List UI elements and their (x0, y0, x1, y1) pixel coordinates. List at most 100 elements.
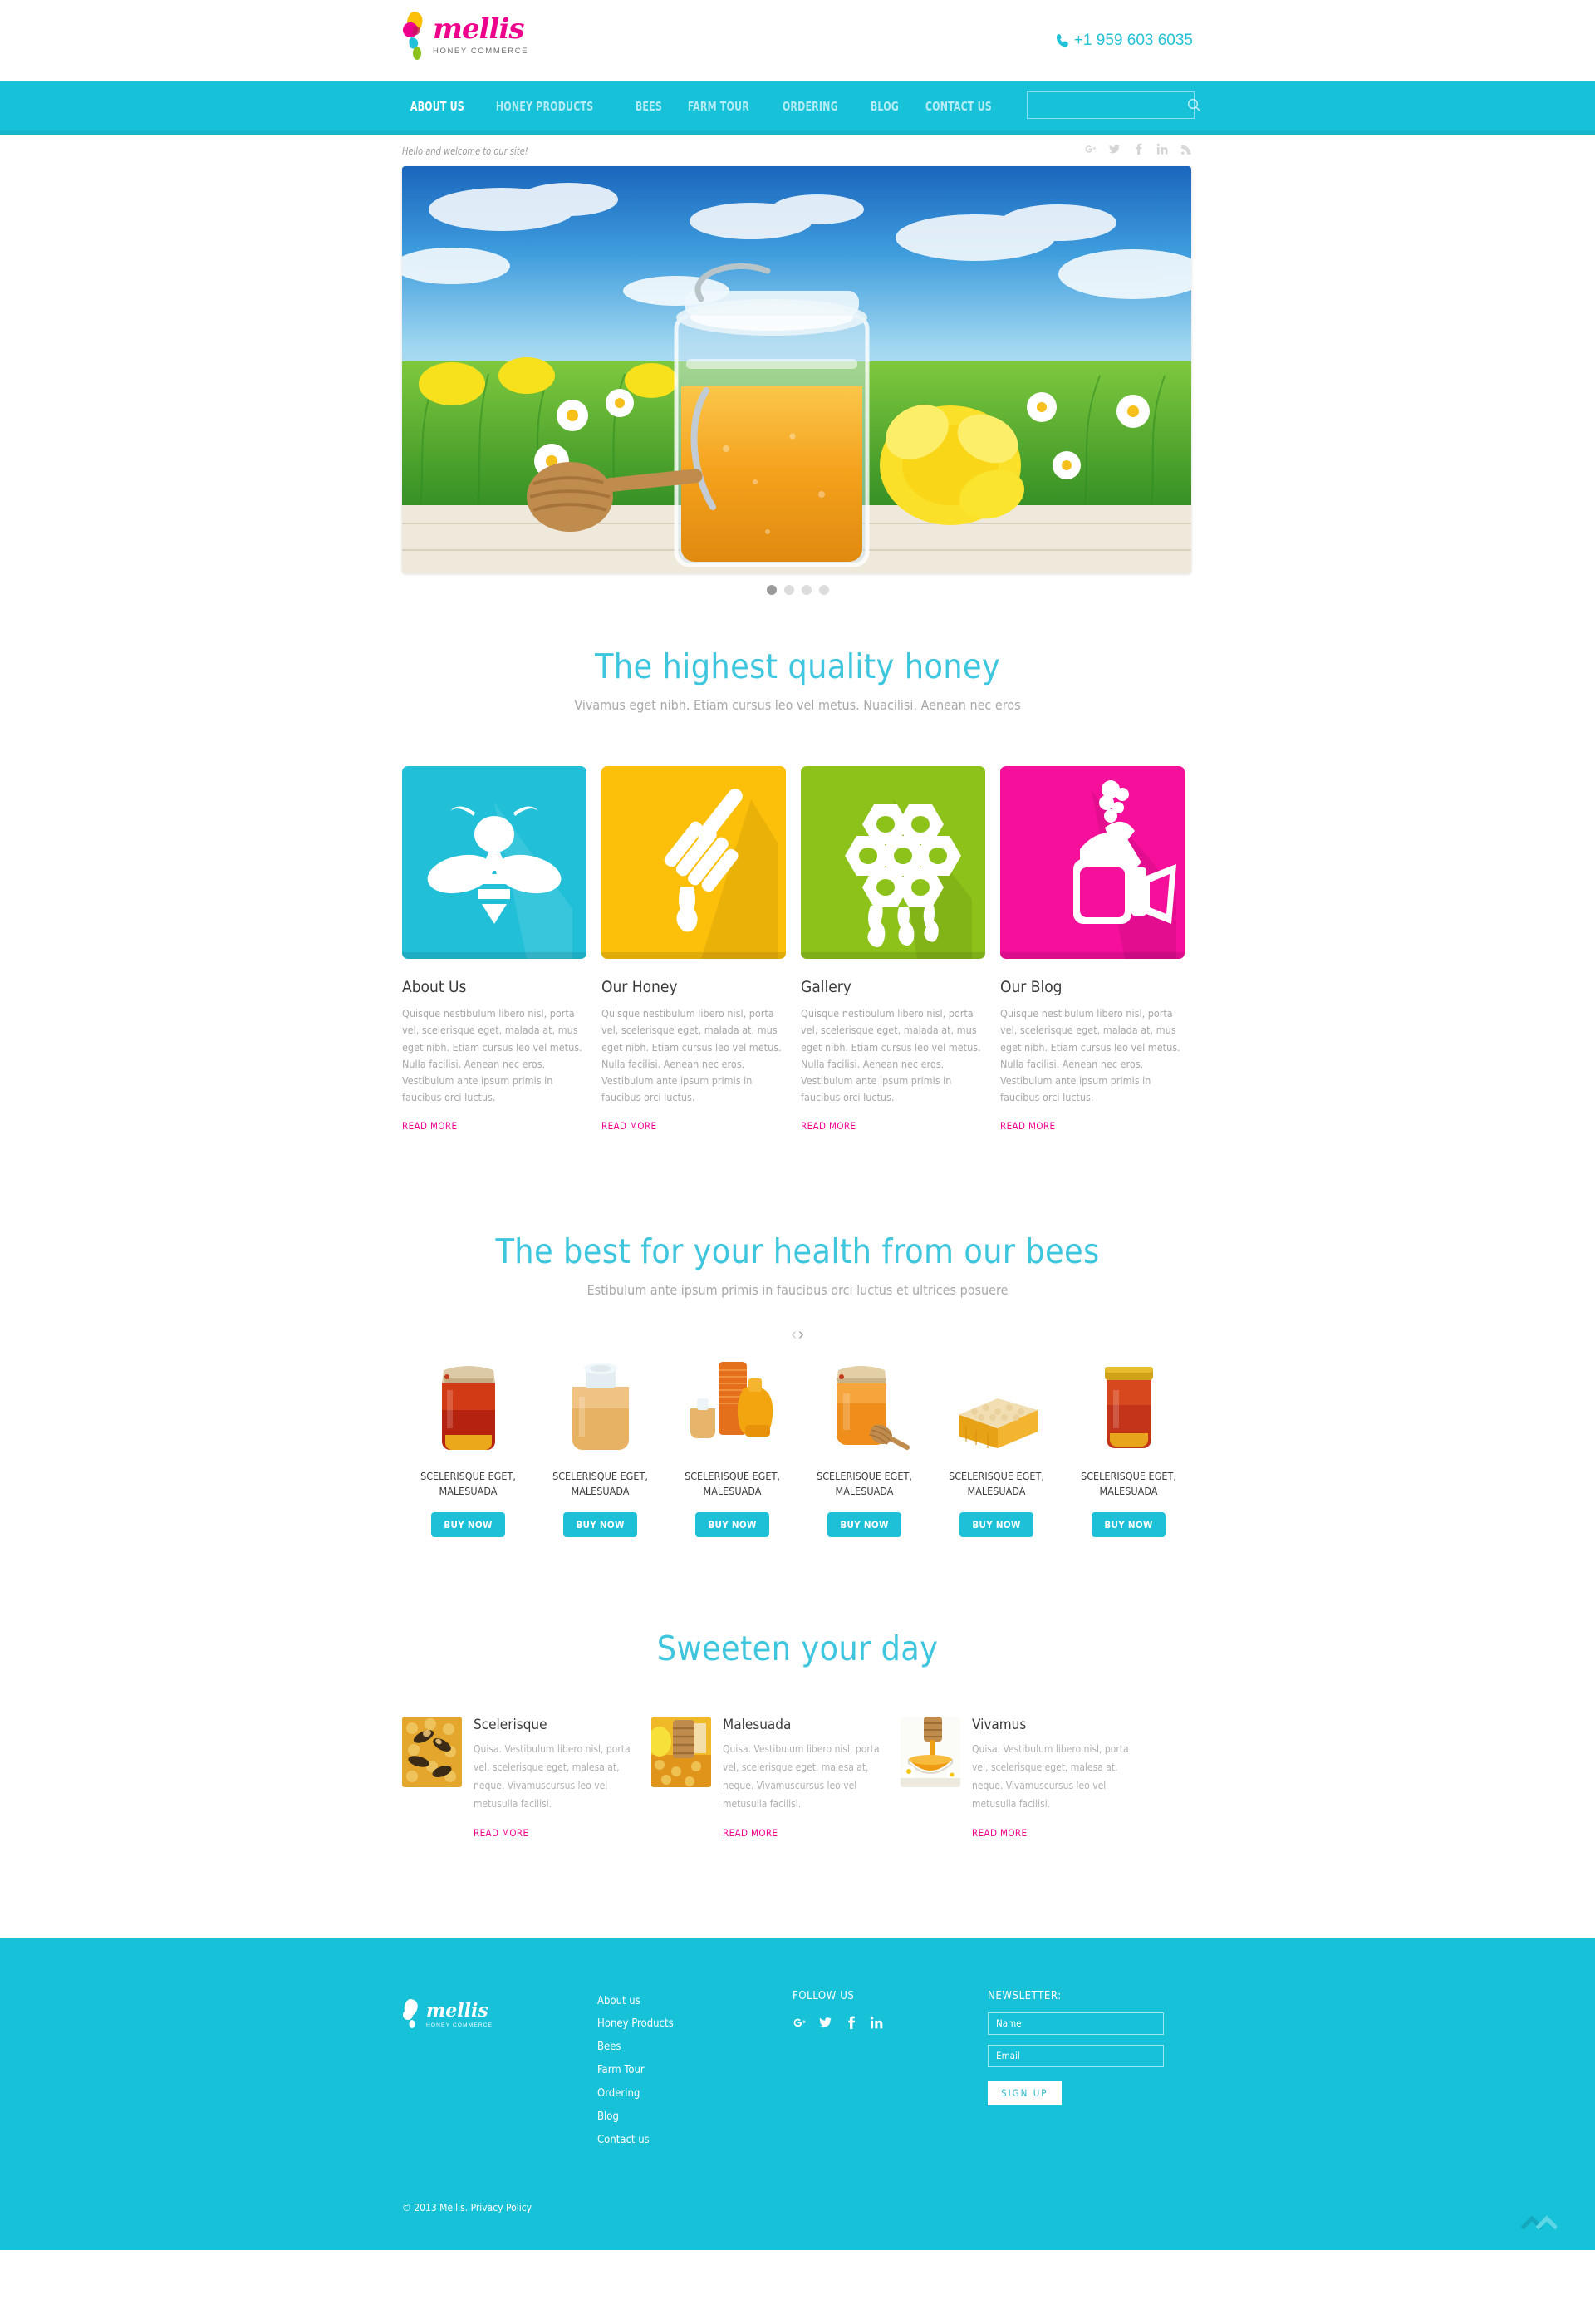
creamed-honey-jar (572, 1362, 629, 1450)
buy-now-button[interactable]: BUY NOW (1092, 1511, 1166, 1537)
dark-red-honey-jar (441, 1365, 495, 1450)
slider-dot-1[interactable] (766, 585, 777, 595)
search-input[interactable] (1028, 92, 1187, 118)
footer-logo[interactable]: mellis HONEY COMMERCE (402, 1998, 597, 2032)
site-logo[interactable]: mellis HONEY COMMERCE (403, 10, 528, 63)
twitter-icon[interactable] (818, 2016, 832, 2032)
nav-item-farm-tour[interactable]: FARM TOUR (680, 99, 758, 114)
post-item: Vivamus Quisa. Vestibulum libero nisl, p… (901, 1716, 1150, 1840)
product-image[interactable] (930, 1351, 1063, 1455)
search-icon[interactable] (1187, 98, 1201, 112)
feature-card-our-honey: Our Honey Quisque nestibulum libero nisl… (601, 766, 801, 1133)
post-read-more[interactable]: READ MORE (972, 1827, 1027, 1839)
buy-now-button[interactable]: BUY NOW (695, 1511, 769, 1537)
buy-now-button[interactable]: BUY NOW (563, 1511, 637, 1537)
product-image[interactable] (798, 1351, 930, 1455)
linkedin-icon[interactable] (870, 2016, 884, 2032)
read-more-gallery[interactable]: READ MORE (801, 1120, 856, 1132)
buy-now-button[interactable]: BUY NOW (431, 1511, 505, 1537)
facebook-icon[interactable] (844, 2016, 858, 2032)
header-phone[interactable]: +1 959 603 6035 (1056, 32, 1193, 50)
post-thumbnail[interactable] (651, 1716, 711, 1787)
buy-now-button[interactable]: BUY NOW (959, 1511, 1033, 1537)
nav-item-honey-products[interactable]: HONEY PRODUCTS (488, 99, 601, 114)
read-more-our-blog[interactable]: READ MORE (1000, 1120, 1055, 1132)
post-text: Quisa. Vestibulum libero nisl, porta vel… (972, 1742, 1129, 1811)
bee-icon-tile[interactable] (402, 766, 586, 959)
facebook-icon[interactable] (1132, 143, 1145, 158)
copyright-text: © 2013 Mellis. Privacy Policy (402, 2202, 532, 2214)
section-subtitle-highest: Vivamus eget nibh. Etiam cursus leo vel … (574, 697, 1021, 713)
product-name: SCELERISQUE EGET, MALESUADA (420, 1469, 516, 1497)
footer-link-bees[interactable]: Bees (597, 2036, 793, 2059)
section-title-best: The best for your health from our bees (495, 1231, 1100, 1271)
sign-up-button[interactable]: SIGN UP (988, 2080, 1062, 2105)
feature-text-gallery: Quisque nestibulum libero nisl, porta ve… (801, 1007, 981, 1104)
footer-link-ordering[interactable]: Ordering (597, 2082, 793, 2105)
newsletter-name-input[interactable] (988, 2012, 1165, 2035)
hero-image (402, 166, 1191, 573)
carousel-prev-button[interactable]: ‹ (791, 1326, 797, 1343)
slider-dot-3[interactable] (801, 585, 812, 595)
post-read-more[interactable]: READ MORE (723, 1827, 778, 1839)
product-name: SCELERISQUE EGET, MALESUADA (949, 1469, 1044, 1497)
post-read-more[interactable]: READ MORE (474, 1827, 528, 1839)
footer-link-about-us[interactable]: About us (597, 1990, 793, 2013)
honey-dipper-icon-tile[interactable] (601, 766, 786, 959)
buy-now-button[interactable]: BUY NOW (827, 1511, 901, 1537)
site-footer: mellis HONEY COMMERCE About us Honey Pro… (0, 1938, 1595, 2251)
feature-title-our-blog: Our Blog (1000, 978, 1063, 996)
honey-pouring-bowl-photo (901, 1716, 960, 1787)
linkedin-icon[interactable] (1156, 143, 1169, 158)
read-more-our-honey[interactable]: READ MORE (601, 1120, 656, 1132)
product-card: SCELERISQUE EGET, MALESUADA BUY NOW (402, 1351, 534, 1537)
nav-item-contact-us[interactable]: CONTACT US (917, 99, 1000, 114)
logo-tagline: HONEY COMMERCE (433, 47, 529, 56)
footer-link-blog[interactable]: Blog (597, 2105, 793, 2129)
rss-icon[interactable] (1180, 143, 1193, 158)
footer-logo-column: mellis HONEY COMMERCE (402, 1990, 597, 2153)
back-to-top-button[interactable] (1520, 2213, 1557, 2230)
phone-icon (1056, 33, 1069, 48)
footer-link-honey-products[interactable]: Honey Products (597, 2012, 793, 2036)
honeycomb-icon-tile[interactable] (801, 766, 985, 959)
hero-slide[interactable] (402, 166, 1191, 573)
product-image[interactable] (534, 1351, 666, 1455)
product-card: SCELERISQUE EGET, MALESUADA BUY NOW (666, 1351, 798, 1537)
google-plus-icon[interactable] (1084, 143, 1097, 158)
footer-link-contact-us[interactable]: Contact us (597, 2129, 793, 2152)
newsletter-email-input[interactable] (988, 2044, 1165, 2067)
honey-jars-group (690, 1361, 773, 1438)
product-image[interactable] (402, 1351, 534, 1455)
nav-item-about-us[interactable]: ABOUT US (402, 99, 473, 114)
post-thumbnail[interactable] (402, 1716, 462, 1787)
post-text: Quisa. Vestibulum libero nisl, porta vel… (474, 1742, 631, 1811)
welcome-tagline: Hello and welcome to our site! (402, 144, 528, 157)
honeycomb-icon (801, 799, 985, 959)
google-plus-icon[interactable] (793, 2016, 807, 2032)
slider-dot-4[interactable] (818, 585, 829, 595)
search-box (1027, 91, 1201, 119)
sweeten-heading: Sweeten your day (0, 1629, 1595, 1668)
footer-link-farm-tour[interactable]: Farm Tour (597, 2059, 793, 2082)
carousel-next-button[interactable]: › (798, 1326, 804, 1343)
product-image[interactable] (1063, 1351, 1195, 1455)
post-list: Scelerisque Quisa. Vestibulum libero nis… (399, 1716, 1196, 1840)
slider-dot-2[interactable] (783, 585, 794, 595)
product-card: SCELERISQUE EGET, MALESUADA BUY NOW (534, 1351, 666, 1537)
product-card: SCELERISQUE EGET, MALESUADA BUY NOW (1063, 1351, 1195, 1537)
highest-quality-heading: The highest quality honey Vivamus eget n… (0, 646, 1595, 713)
nav-item-blog[interactable]: BLOG (862, 99, 907, 114)
post-thumbnail[interactable] (901, 1716, 960, 1787)
post-item: Malesuada Quisa. Vestibulum libero nisl,… (651, 1716, 901, 1840)
nav-item-bees[interactable]: BEES (627, 99, 670, 114)
nav-item-ordering[interactable]: ORDERING (774, 99, 847, 114)
nav-list: ABOUT US HONEY PRODUCTS BEES FARM TOUR O… (399, 99, 1018, 114)
product-carousel: ‹ › SCELERISQUE EGET, MALESUADA BUY NOW … (399, 1326, 1196, 1537)
bee-smoker-icon-tile[interactable] (1000, 766, 1185, 959)
feature-title-our-honey: Our Honey (601, 978, 678, 996)
read-more-about-us[interactable]: READ MORE (402, 1120, 457, 1132)
twitter-icon[interactable] (1108, 143, 1121, 158)
product-image[interactable] (666, 1351, 798, 1455)
footer-logo-wordmark: mellis (426, 1999, 488, 2022)
